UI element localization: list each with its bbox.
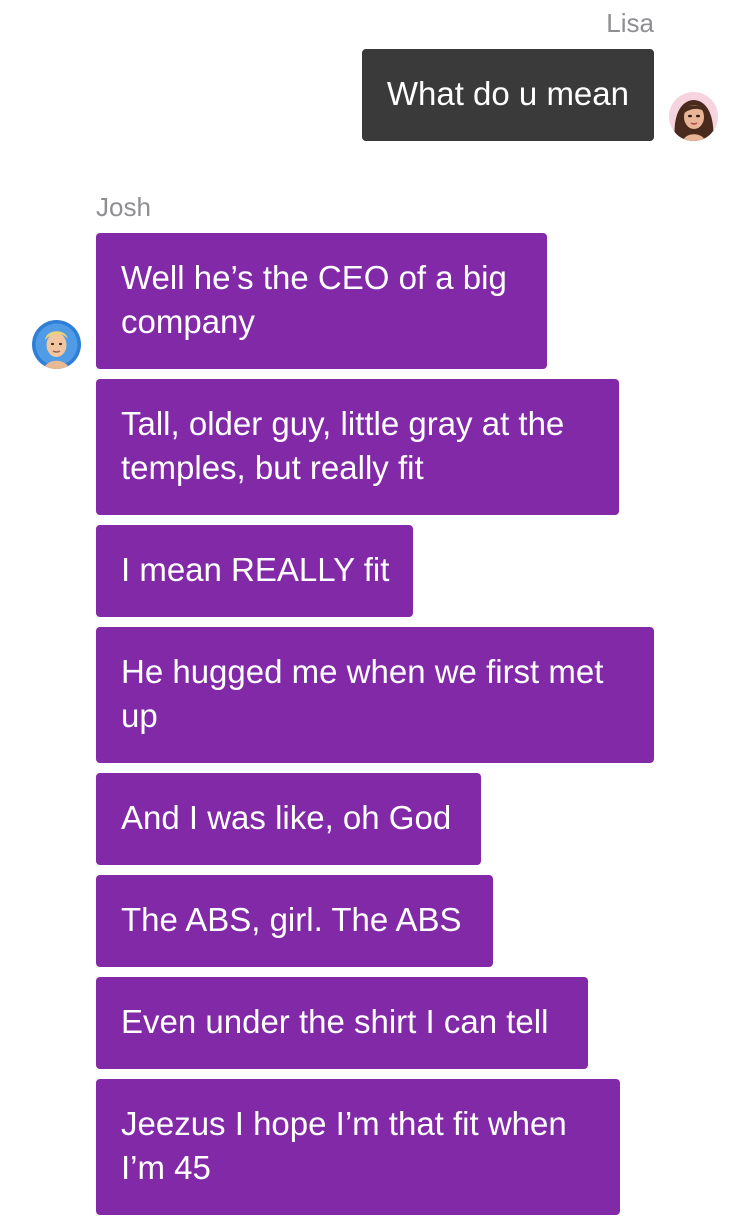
incoming-message-bubble[interactable]: I mean REALLY fit bbox=[96, 525, 413, 617]
incoming-message-bubble[interactable]: And I was like, oh God bbox=[96, 773, 481, 865]
woman-avatar-icon[interactable] bbox=[669, 92, 718, 141]
incoming-message-bubble[interactable]: The ABS, girl. The ABS bbox=[96, 875, 493, 967]
incoming-message-bubble[interactable]: Jeezus I hope I’m that fit when I’m 45 bbox=[96, 1079, 620, 1215]
outgoing-message-bubble[interactable]: What do u mean bbox=[361, 49, 654, 141]
sender-name-josh: Josh bbox=[96, 192, 151, 222]
sender-name-lisa: Lisa bbox=[606, 8, 654, 38]
incoming-message-bubble[interactable]: Even under the shirt I can tell bbox=[96, 977, 588, 1069]
incoming-message-bubble[interactable]: He hugged me when we first met up bbox=[96, 627, 654, 763]
man-avatar-icon[interactable] bbox=[32, 320, 81, 369]
incoming-message-bubble[interactable]: Well he’s the CEO of a big company bbox=[96, 233, 547, 369]
incoming-message-bubble[interactable]: Tall, older guy, little gray at the temp… bbox=[96, 379, 619, 515]
